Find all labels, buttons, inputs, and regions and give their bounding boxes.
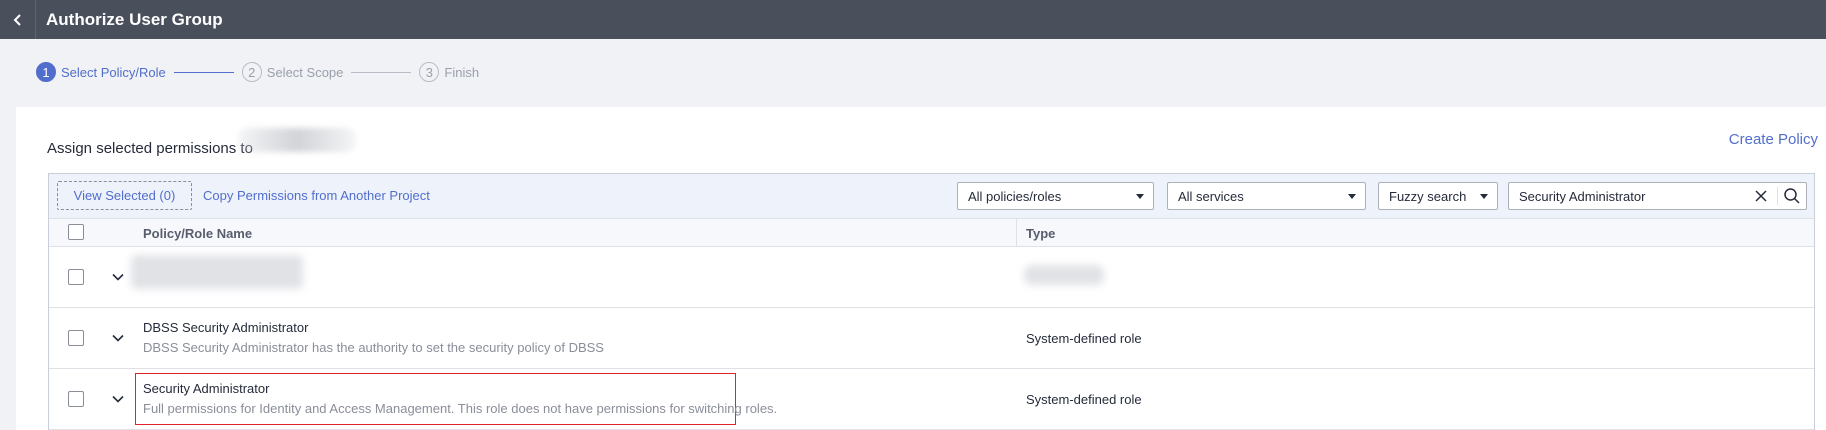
search-box <box>1508 182 1807 210</box>
step-label-2: Select Scope <box>266 64 344 80</box>
policy-name: DBSS Security Administrator <box>143 320 309 335</box>
policy-description: DBSS Security Administrator has the auth… <box>143 340 604 355</box>
step-select-policy: 1 Select Policy/Role <box>36 62 166 82</box>
policy-table: View Selected (0) Copy Permissions from … <box>48 173 1815 430</box>
step-finish: 3 Finish <box>419 62 479 82</box>
service-select[interactable]: All services <box>1167 182 1366 210</box>
step-number-2: 2 <box>241 62 262 82</box>
step-label-3: Finish <box>444 64 480 80</box>
caret-down-icon <box>1348 194 1356 199</box>
policy-description: Full permissions for Identity and Access… <box>143 401 778 416</box>
table-row[interactable]: Security Administrator Full permissions … <box>49 369 1814 430</box>
select-all-checkbox[interactable] <box>68 224 84 240</box>
search-mode-select[interactable]: Fuzzy search <box>1378 182 1498 210</box>
page-title: Authorize User Group <box>46 9 223 29</box>
search-mode-value: Fuzzy search <box>1389 188 1467 204</box>
step-number-3: 3 <box>419 62 440 82</box>
redacted-policy-name <box>131 255 303 289</box>
close-icon[interactable] <box>1754 189 1768 203</box>
table-toolbar: View Selected (0) Copy Permissions from … <box>49 174 1814 219</box>
chevron-down-icon[interactable] <box>111 392 125 406</box>
step-number-1: 1 <box>36 62 56 82</box>
step-select-scope: 2 Select Scope <box>241 62 344 82</box>
search-divider <box>1777 187 1778 205</box>
back-button[interactable] <box>0 0 36 39</box>
caret-down-icon <box>1136 194 1144 199</box>
assign-permissions-text: Assign selected permissions to <box>47 140 253 157</box>
chevron-left-icon <box>13 13 21 26</box>
service-value: All services <box>1178 188 1244 204</box>
step-connector <box>173 71 234 73</box>
redacted-group-name <box>238 128 356 152</box>
policy-type: System-defined role <box>1026 392 1142 407</box>
column-divider <box>1016 219 1017 247</box>
view-selected-button[interactable]: View Selected (0) <box>57 181 192 210</box>
copy-permissions-link[interactable]: Copy Permissions from Another Project <box>203 188 430 203</box>
caret-down-icon <box>1480 194 1488 199</box>
policy-type-value: All policies/roles <box>968 188 1062 204</box>
wizard-steps: 1 Select Policy/Role 2 Select Scope 3 Fi… <box>36 62 479 82</box>
redacted-policy-type <box>1024 265 1104 285</box>
policy-type: System-defined role <box>1026 331 1142 346</box>
row-checkbox[interactable] <box>68 330 84 346</box>
chevron-down-icon[interactable] <box>111 331 125 345</box>
row-checkbox[interactable] <box>68 391 84 407</box>
create-policy-link[interactable]: Create Policy <box>1729 131 1818 148</box>
search-icon[interactable] <box>1783 187 1801 205</box>
column-header-type: Type <box>1026 226 1056 241</box>
policy-name: Security Administrator <box>143 381 270 396</box>
policy-type-select[interactable]: All policies/roles <box>957 182 1154 210</box>
table-row[interactable] <box>49 247 1814 308</box>
top-bar: Authorize User Group <box>0 0 1826 39</box>
column-header-name: Policy/Role Name <box>143 226 253 241</box>
step-label-1: Select Policy/Role <box>61 64 166 80</box>
table-row[interactable]: DBSS Security Administrator DBSS Securit… <box>49 308 1814 369</box>
search-input[interactable] <box>1519 187 1739 205</box>
table-header: Policy/Role Name Type <box>49 219 1814 247</box>
chevron-down-icon[interactable] <box>111 270 125 284</box>
row-checkbox[interactable] <box>68 269 84 285</box>
step-connector <box>351 71 412 73</box>
